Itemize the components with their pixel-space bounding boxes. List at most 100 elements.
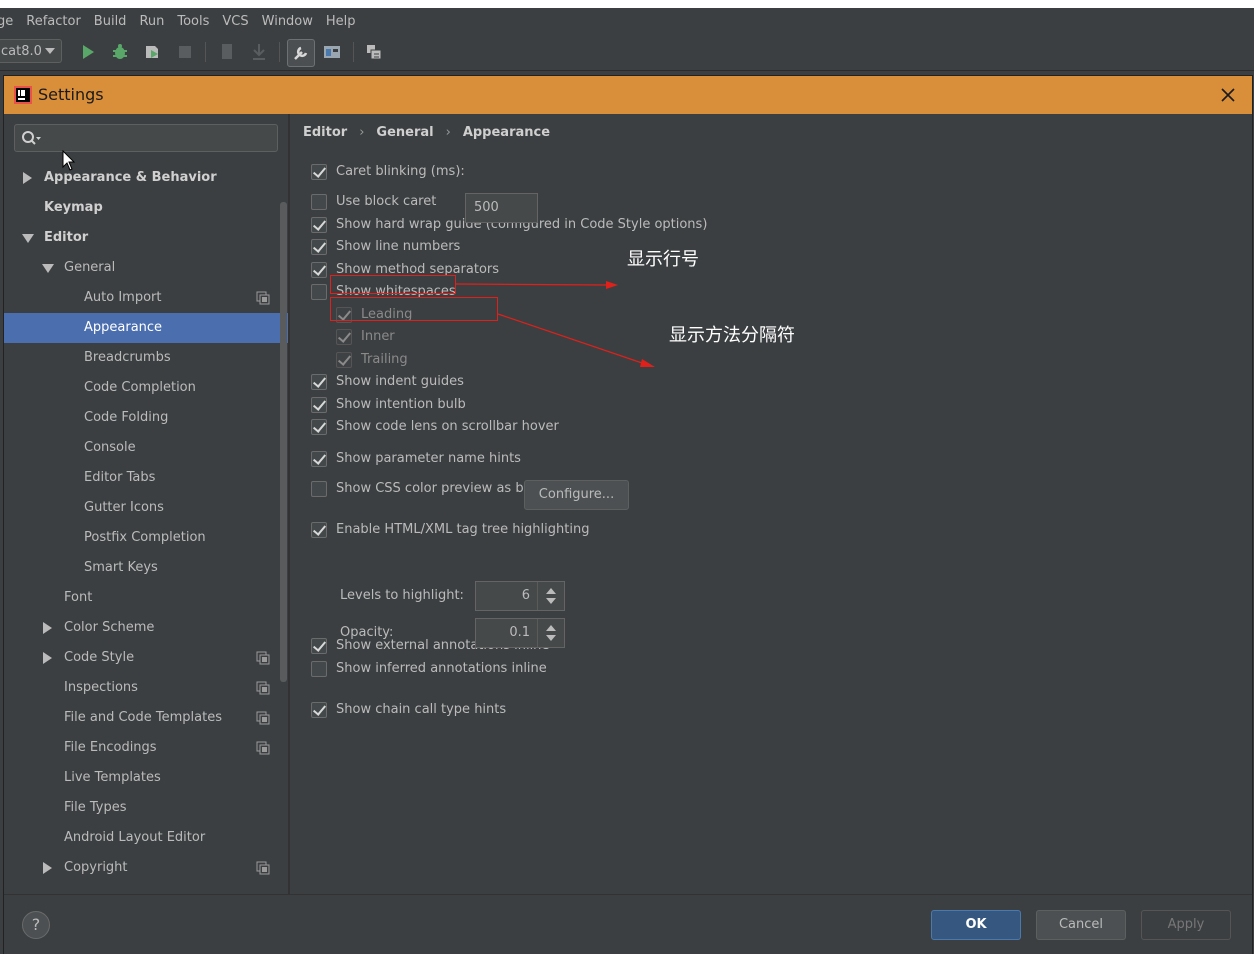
screen-bottom-edge xyxy=(0,954,1254,964)
tree-item-color-scheme[interactable]: Color Scheme xyxy=(4,613,288,643)
tree-item-editor[interactable]: Editor xyxy=(4,223,288,253)
checkbox-unchecked-icon[interactable] xyxy=(311,284,327,300)
annotation-arrow-method-separators xyxy=(497,313,646,365)
checkbox-checked-icon[interactable] xyxy=(311,522,327,538)
tree-item-font[interactable]: Font xyxy=(4,583,288,613)
checkbox-checked-icon[interactable] xyxy=(311,451,327,467)
menu-window[interactable]: Window xyxy=(256,14,320,29)
tree-item-file-types[interactable]: File Types xyxy=(4,793,288,823)
tree-item-breadcrumbs[interactable]: Breadcrumbs xyxy=(4,343,288,373)
checkbox-unchecked-icon[interactable] xyxy=(311,481,327,497)
collapse-arrow-icon[interactable] xyxy=(22,234,34,243)
breadcrumb-separator-icon: › xyxy=(445,125,451,140)
tree-item-label: Console xyxy=(84,440,136,455)
checkbox-checked-icon[interactable] xyxy=(336,329,352,345)
sdk-manager-icon[interactable] xyxy=(363,41,385,63)
checkbox-checked-icon[interactable] xyxy=(311,262,327,278)
debug-icon[interactable] xyxy=(109,41,131,63)
menu-run[interactable]: Run xyxy=(133,14,171,29)
tree-scrollbar[interactable] xyxy=(280,202,287,682)
checkbox-checked-icon[interactable] xyxy=(311,239,327,255)
stop-icon[interactable] xyxy=(174,41,196,63)
tree-item-android-layout-editor[interactable]: Android Layout Editor xyxy=(4,823,288,853)
cancel-button[interactable]: Cancel xyxy=(1036,910,1126,940)
checkbox-checked-icon[interactable] xyxy=(311,638,327,654)
settings-tree-pane: Appearance & Behavior Keymap Editor General… xyxy=(4,114,288,894)
wrench-icon[interactable] xyxy=(287,39,315,67)
tree-item-label: Android Layout Editor xyxy=(64,830,206,845)
close-icon[interactable] xyxy=(1218,85,1238,105)
expand-arrow-icon[interactable] xyxy=(43,622,52,634)
help-button[interactable]: ? xyxy=(22,911,50,939)
tree-item-code-folding[interactable]: Code Folding xyxy=(4,403,288,433)
tree-item-editor-tabs[interactable]: Editor Tabs xyxy=(4,463,288,493)
checkbox-checked-icon[interactable] xyxy=(311,702,327,718)
checkbox-unchecked-icon[interactable] xyxy=(311,661,327,677)
breadcrumb-general: General xyxy=(376,125,434,140)
tree-item-general[interactable]: General xyxy=(4,253,288,283)
tree-item-appearance[interactable]: Appearance xyxy=(4,313,288,343)
tree-item-console[interactable]: Console xyxy=(4,433,288,463)
tree-item-copyright[interactable]: Copyright xyxy=(4,853,288,883)
tree-item-live-templates[interactable]: Live Templates xyxy=(4,763,288,793)
checkbox-unchecked-icon[interactable] xyxy=(311,194,327,210)
tree-item-gutter-icons[interactable]: Gutter Icons xyxy=(4,493,288,523)
annotation-box-method-separators xyxy=(330,297,498,321)
arrow-down-icon[interactable] xyxy=(546,635,556,641)
caret-blinking-field[interactable]: 500 xyxy=(465,193,538,223)
checkbox-checked-icon[interactable] xyxy=(311,164,327,180)
expand-arrow-icon[interactable] xyxy=(43,652,52,664)
arrow-down-icon[interactable] xyxy=(546,598,556,604)
checkbox-checked-icon[interactable] xyxy=(311,374,327,390)
run-icon[interactable] xyxy=(77,41,99,63)
tree-item-keymap[interactable]: Keymap xyxy=(4,193,288,223)
tree-item-file-encodings[interactable]: File Encodings xyxy=(4,733,288,763)
bookmark-icon[interactable] xyxy=(216,41,238,63)
menu-vcs[interactable]: VCS xyxy=(216,14,255,29)
run-config-dropdown[interactable]: cat8.0 xyxy=(0,39,62,63)
checkbox-checked-icon[interactable] xyxy=(336,352,352,368)
checkbox-checked-icon[interactable] xyxy=(311,217,327,233)
coverage-icon[interactable] xyxy=(141,41,163,63)
arrow-up-icon[interactable] xyxy=(546,588,556,594)
tree-item-inspections[interactable]: Inspections xyxy=(4,673,288,703)
tree-item-label: File Encodings xyxy=(64,740,157,755)
checkbox-checked-icon[interactable] xyxy=(311,419,327,435)
ok-button[interactable]: OK xyxy=(931,910,1021,940)
tree-item-label: Gutter Icons xyxy=(84,500,164,515)
tree-item-smart-keys[interactable]: Smart Keys xyxy=(4,553,288,583)
tree-item-file-and-code-templates[interactable]: File and Code Templates xyxy=(4,703,288,733)
spinner-arrows[interactable] xyxy=(537,619,564,647)
settings-search-box[interactable] xyxy=(14,124,278,152)
menu-refactor[interactable]: Refactor xyxy=(20,14,88,29)
configure-button[interactable]: Configure... xyxy=(524,480,629,510)
menu-help[interactable]: Help xyxy=(320,14,363,29)
tree-item-auto-import[interactable]: Auto Import xyxy=(4,283,288,313)
collapse-arrow-icon[interactable] xyxy=(42,264,54,273)
expand-arrow-icon[interactable] xyxy=(23,172,32,184)
menu-tools[interactable]: Tools xyxy=(171,14,216,29)
tree-item-label: Keymap xyxy=(44,200,103,215)
tree-item-code-style[interactable]: Code Style xyxy=(4,643,288,673)
expand-arrow-icon[interactable] xyxy=(43,862,52,874)
download-icon[interactable] xyxy=(248,41,270,63)
arrow-up-icon[interactable] xyxy=(546,625,556,631)
tree-item-label: Breadcrumbs xyxy=(84,350,171,365)
search-input[interactable] xyxy=(45,128,277,150)
annotation-text-line-numbers: 显示行号 xyxy=(627,249,699,270)
tree-item-label: Inspections xyxy=(64,680,138,695)
project-structure-icon[interactable] xyxy=(321,41,343,63)
toolbar-separator xyxy=(353,42,354,62)
opacity-spinner[interactable]: 0.1 xyxy=(475,618,565,648)
menu-navigate[interactable]: ge xyxy=(0,14,20,29)
tree-item-postfix-completion[interactable]: Postfix Completion xyxy=(4,523,288,553)
apply-button[interactable]: Apply xyxy=(1141,910,1231,940)
levels-spinner[interactable]: 6 xyxy=(475,581,565,611)
spinner-arrows[interactable] xyxy=(537,582,564,610)
tree-item-label: File and Code Templates xyxy=(64,710,222,725)
checkbox-checked-icon[interactable] xyxy=(311,397,327,413)
annotation-box-line-numbers xyxy=(330,275,456,294)
menu-build[interactable]: Build xyxy=(88,14,134,29)
tree-item-appearance-behavior[interactable]: Appearance & Behavior xyxy=(4,163,288,193)
tree-item-code-completion[interactable]: Code Completion xyxy=(4,373,288,403)
